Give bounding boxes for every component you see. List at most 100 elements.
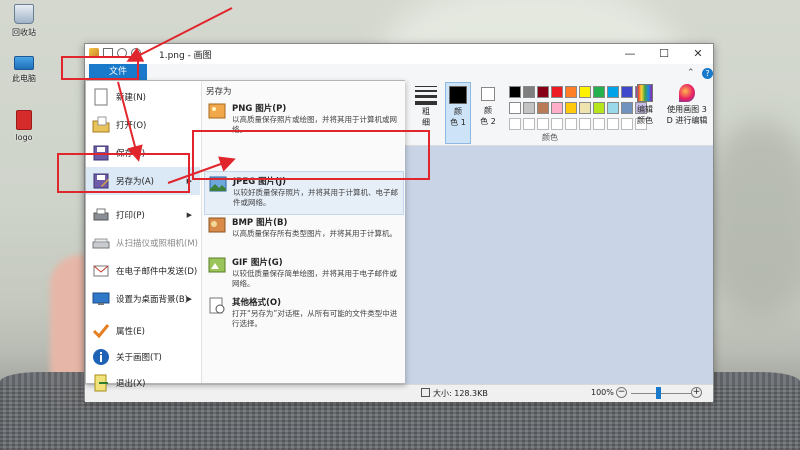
palette-swatch[interactable] (537, 86, 549, 98)
line-thickness-icon (413, 84, 439, 106)
menu-item-desktop-background[interactable]: 设置为桌面背景(B) ▶ (86, 285, 200, 313)
menu-item-scanner[interactable]: 从扫描仪或照相机(M) (86, 229, 200, 257)
colors-group-label: 颜色 (542, 133, 558, 142)
palette-swatch[interactable] (551, 102, 563, 114)
palette-swatch[interactable] (551, 86, 563, 98)
palette-swatch[interactable] (579, 86, 591, 98)
menu-item-exit[interactable]: 退出(X) (86, 369, 200, 397)
format-description: 打开“另存为”对话框，从所有可能的文件类型中进行选择。 (232, 309, 398, 328)
color2-button[interactable]: 颜 色 2 (475, 82, 501, 144)
new-document-icon (92, 88, 110, 106)
exit-icon (92, 374, 110, 392)
minimize-button[interactable]: — (613, 44, 647, 64)
menu-item-open-folder[interactable]: 打开(O) (86, 111, 200, 139)
palette-swatch[interactable] (607, 102, 619, 114)
save-format-gif-image[interactable]: GIF 图片(G) 以较低质量保存简单绘图，并将其用于电子邮件或网络。 (204, 253, 404, 297)
edit-colors-button[interactable]: 编辑 颜色 (631, 84, 659, 126)
save-format-other-formats[interactable]: 其他格式(O) 打开“另存为”对话框，从所有可能的文件类型中进行选择。 (204, 293, 404, 337)
file-size-text: 大小: 128.3KB (433, 389, 488, 398)
menu-item-label: 另存为(A) (116, 177, 154, 187)
undo-icon[interactable] (117, 48, 127, 58)
palette-swatch[interactable] (537, 102, 549, 114)
paint3d-button[interactable]: 使用画图 3 D 进行编辑 (663, 84, 711, 126)
palette-swatch-empty[interactable] (509, 118, 521, 130)
close-button[interactable]: ✕ (681, 44, 715, 64)
thickness-button[interactable]: 粗 细 (413, 84, 439, 128)
palette-swatch-empty[interactable] (607, 118, 619, 130)
palette-swatch[interactable] (509, 102, 521, 114)
menu-item-label: 打印(P) (116, 211, 145, 221)
paint3d-icon (679, 84, 695, 102)
this-pc-icon (14, 56, 34, 70)
menu-item-email[interactable]: 在电子邮件中发送(D) (86, 257, 200, 285)
format-name: JPEG 图片(J) (233, 177, 287, 187)
palette-swatch[interactable] (593, 86, 605, 98)
palette-swatch-empty[interactable] (593, 118, 605, 130)
palette-swatch[interactable] (509, 86, 521, 98)
save-format-jpeg-image[interactable]: JPEG 图片(J) 以较好质量保存照片，并将其用于计算机、电子邮件或网络。 (204, 171, 404, 215)
menu-item-label: 设置为桌面背景(B) (116, 295, 188, 305)
menu-item-label: 关于画图(T) (116, 353, 162, 363)
palette-swatch-empty[interactable] (579, 118, 591, 130)
submenu-arrow-icon: ▶ (186, 295, 192, 303)
format-description: 以高质量保存照片或绘图，并将其用于计算机或网络。 (232, 115, 397, 134)
format-description: 以高质量保存所有类型图片，并将其用于计算机。 (232, 229, 397, 238)
file-menu: 新建(N) 打开(O) 保存(S) 另存为(A) ▶ 打印(P) ▶ 从扫描仪或照相机(M) 在… (85, 80, 405, 392)
other-formats-icon (208, 297, 226, 314)
printer-icon (92, 206, 110, 224)
palette-swatch[interactable] (565, 102, 577, 114)
window-title: 1.png - 画图 (159, 51, 212, 61)
palette-swatch-empty[interactable] (551, 118, 563, 130)
desktop-icon-recycle-bin[interactable]: 回收站 (0, 4, 48, 38)
save-format-png-image[interactable]: PNG 图片(P) 以高质量保存照片或绘图，并将其用于计算机或网络。 (204, 99, 404, 143)
desktop-icon-logo[interactable]: logo (0, 110, 48, 142)
zoom-out-button[interactable]: − (616, 387, 627, 398)
title-bar: 1.png - 画图 — ☐ ✕ (85, 44, 713, 64)
format-description: 以较好质量保存照片，并将其用于计算机、电子邮件或网络。 (233, 188, 398, 207)
file-size-icon (421, 388, 430, 397)
submenu-arrow-icon: ▶ (186, 211, 192, 219)
redo-icon[interactable] (131, 48, 141, 58)
rainbow-palette-icon (637, 84, 653, 102)
menu-item-save-as[interactable]: 另存为(A) ▶ (86, 167, 200, 195)
menu-item-new-document[interactable]: 新建(N) (86, 83, 200, 111)
gif-image-icon (208, 257, 226, 273)
palette-swatch[interactable] (579, 102, 591, 114)
palette-swatch[interactable] (565, 86, 577, 98)
color1-button[interactable]: 颜 色 1 (445, 82, 471, 144)
zoom-in-button[interactable]: + (691, 387, 702, 398)
palette-swatch[interactable] (593, 102, 605, 114)
help-icon[interactable]: ? (702, 68, 713, 79)
menu-item-label: 新建(N) (116, 93, 146, 103)
palette-swatch[interactable] (523, 86, 535, 98)
palette-swatch-empty[interactable] (537, 118, 549, 130)
paint-window: 1.png - 画图 — ☐ ✕ ⌃ ? 粗 细 颜 色 1 颜 色 2 颜色 … (84, 43, 714, 402)
zoom-slider-thumb[interactable] (656, 387, 661, 399)
recycle-bin-icon (14, 4, 34, 24)
submenu-arrow-icon: ▶ (186, 177, 192, 185)
palette-swatch[interactable] (607, 86, 619, 98)
zoom-slider-track[interactable] (631, 393, 691, 394)
menu-item-printer[interactable]: 打印(P) ▶ (86, 201, 200, 229)
file-tab[interactable]: 文件 (89, 64, 147, 80)
collapse-ribbon-icon[interactable]: ⌃ (687, 68, 695, 78)
menu-item-info[interactable]: 关于画图(T) (86, 343, 200, 371)
menu-item-label: 在电子邮件中发送(D) (116, 267, 198, 277)
menu-item-save[interactable]: 保存(S) (86, 139, 200, 167)
jpeg-image-icon (209, 176, 227, 192)
palette-swatch-empty[interactable] (565, 118, 577, 130)
maximize-button[interactable]: ☐ (647, 44, 681, 64)
save-format-bmp-image[interactable]: BMP 图片(B) 以高质量保存所有类型图片，并将其用于计算机。 (204, 213, 404, 257)
menu-item-label: 保存(S) (116, 149, 146, 159)
palette-swatch[interactable] (523, 102, 535, 114)
palette-swatch-empty[interactable] (523, 118, 535, 130)
desktop-icon-this-pc[interactable]: 此电脑 (0, 56, 48, 84)
quick-access-toolbar (89, 48, 141, 58)
format-name: 其他格式(O) (232, 298, 281, 308)
save-as-panel: 另存为 PNG 图片(P) 以高质量保存照片或绘图，并将其用于计算机或网络。 JPE… (201, 81, 405, 383)
png-image-icon (208, 103, 226, 119)
open-folder-icon (92, 116, 110, 134)
format-name: GIF 图片(G) (232, 258, 283, 268)
menu-item-properties-check[interactable]: 属性(E) (86, 317, 200, 345)
quick-save-icon[interactable] (103, 48, 113, 58)
